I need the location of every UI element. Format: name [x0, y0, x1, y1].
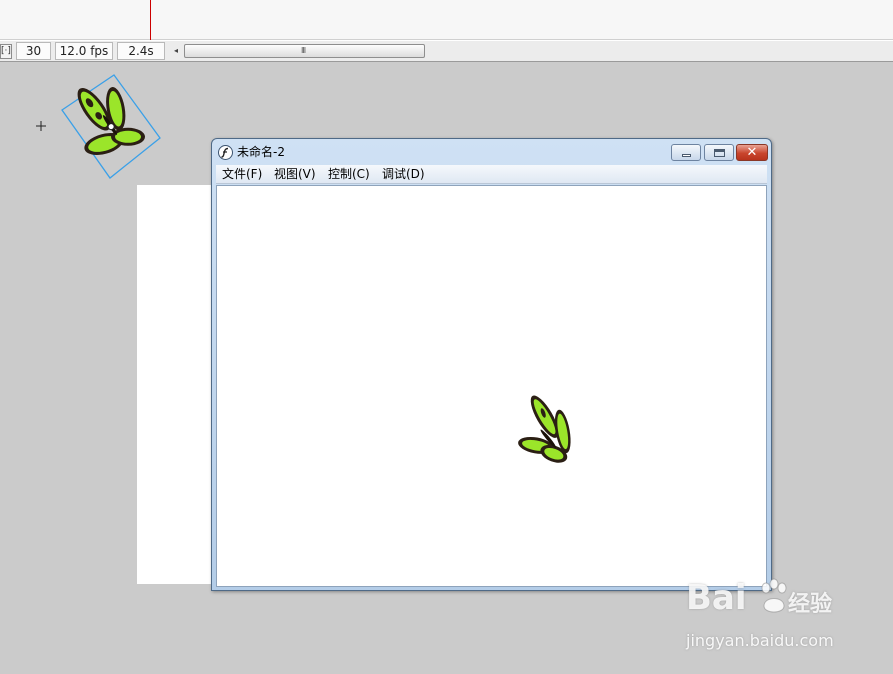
watermark-logo-cn: 经验 [788, 592, 833, 617]
scroll-grip-icon: III [301, 46, 306, 55]
menu-file[interactable]: 文件(F) [220, 166, 264, 182]
scroll-left-arrow-icon[interactable]: ◂ [170, 44, 182, 58]
flash-player-icon [218, 145, 233, 160]
fit-frames-button[interactable]: [·] [0, 44, 12, 59]
watermark-url: jingyan.baidu.com [686, 631, 834, 650]
movie-playback-area[interactable] [216, 185, 767, 587]
close-button[interactable]: ✕ [736, 144, 768, 161]
elapsed-time-field: 2.4s [117, 42, 165, 60]
timeline-frames-area[interactable] [0, 0, 893, 40]
minimize-icon [682, 154, 691, 157]
timeline-horizontal-scrollbar[interactable]: III [184, 44, 425, 58]
watermark-logo-text: Bai [686, 578, 747, 618]
maximize-icon [714, 149, 725, 157]
frame-rate-field[interactable]: 12.0 fps [55, 42, 113, 60]
stage-canvas[interactable] [137, 185, 215, 584]
selected-butterfly-symbol[interactable] [52, 70, 168, 186]
close-icon: ✕ [746, 145, 758, 160]
menu-debug[interactable]: 调试(D) [380, 166, 427, 182]
crosshair-icon [36, 121, 46, 131]
timeline-status-bar: [·] 30 12.0 fps 2.4s ◂ III [0, 40, 893, 62]
baidu-jingyan-watermark: Bai 经验 jingyan.baidu.com [686, 578, 886, 658]
menu-control[interactable]: 控制(C) [326, 166, 372, 182]
menu-bar: 文件(F) 视图(V) 控制(C) 调试(D) [216, 165, 767, 184]
minimize-button[interactable] [671, 144, 701, 161]
animated-butterfly [518, 395, 571, 463]
window-title: 未命名-2 [237, 145, 285, 159]
menu-view[interactable]: 视图(V) [272, 166, 318, 182]
baidu-paw-icon [761, 578, 787, 613]
flash-player-window[interactable]: 未命名-2 ✕ 文件(F) 视图(V) 控制(C) 调试(D) [211, 138, 772, 591]
current-frame-field[interactable]: 30 [16, 42, 51, 60]
window-titlebar[interactable]: 未命名-2 ✕ [212, 139, 771, 166]
playhead-line[interactable] [150, 0, 151, 40]
maximize-button[interactable] [704, 144, 734, 161]
